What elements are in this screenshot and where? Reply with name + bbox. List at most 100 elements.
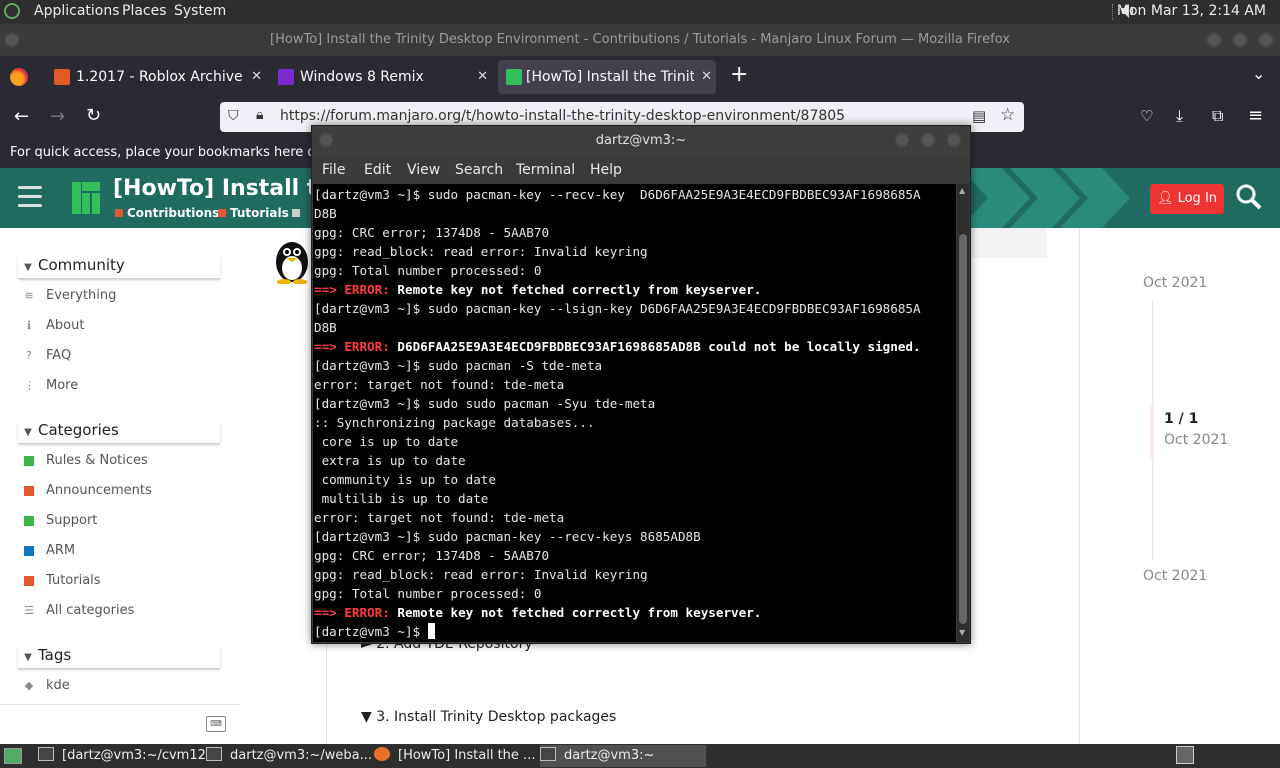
sidebar-item-rules[interactable]: Rules & Notices bbox=[24, 453, 148, 468]
bookmark-star-icon[interactable]: ☆ bbox=[1000, 105, 1015, 125]
terminal-titlebar[interactable]: dartz@vm3:~ bbox=[312, 126, 970, 156]
search-icon[interactable] bbox=[1236, 184, 1262, 210]
scroll-up-icon[interactable]: ▲ bbox=[959, 186, 965, 195]
terminal-window[interactable]: dartz@vm3:~ File Edit View Search Termin… bbox=[311, 125, 971, 644]
terminal-line: D8B bbox=[314, 206, 337, 221]
terminal-window-menu-icon[interactable] bbox=[318, 132, 334, 148]
sidebar-item-announcements[interactable]: Announcements bbox=[24, 483, 152, 498]
terminal-line: gpg: CRC error; 1374D8 - 5AAB70 bbox=[314, 548, 550, 563]
sidebar-item-everything[interactable]: ≋ Everything bbox=[24, 288, 116, 303]
close-tab-icon[interactable]: ✕ bbox=[701, 60, 712, 94]
pocket-icon[interactable]: ♡ bbox=[1140, 107, 1153, 125]
minimize-icon[interactable] bbox=[1206, 32, 1222, 48]
taskbar-item-cvm12[interactable]: [dartz@vm3:~/cvm12] bbox=[38, 745, 211, 767]
downloads-icon[interactable]: ⤓ bbox=[1176, 106, 1183, 126]
sidebar: ▼ Community ≋ Everything ℹ About ? FAQ ⋮ More… bbox=[0, 228, 240, 744]
sidebar-item-about[interactable]: ℹ About bbox=[24, 318, 85, 333]
clock[interactable]: Mon Mar 13, 2:14 AM bbox=[1117, 3, 1266, 19]
terminal-line: [dartz@vm3 ~]$ bbox=[314, 622, 921, 641]
terminal-scroll-thumb[interactable] bbox=[959, 234, 967, 624]
tab-title: [HowTo] Install the Trinity D bbox=[526, 69, 694, 85]
breadcrumb-tutorials[interactable]: Tutorials bbox=[218, 206, 289, 220]
login-button[interactable]: 👤︎ Log In bbox=[1150, 184, 1224, 214]
terminal-menu-terminal[interactable]: Terminal bbox=[516, 162, 575, 178]
close-window-icon[interactable] bbox=[1258, 32, 1274, 48]
sidebar-section-community[interactable]: ▼ Community bbox=[18, 256, 220, 279]
terminal-line: gpg: CRC error; 1374D8 - 5AAB70 bbox=[314, 225, 550, 240]
close-tab-icon[interactable]: ✕ bbox=[251, 60, 262, 94]
reload-icon[interactable]: ↻ bbox=[86, 105, 101, 126]
timeline-end-date[interactable]: Oct 2021 bbox=[1143, 568, 1207, 584]
timeline-start-date[interactable]: Oct 2021 bbox=[1143, 275, 1207, 291]
terminal-line: gpg: read_block: read error: Invalid key… bbox=[314, 244, 648, 259]
show-desktop-icon[interactable] bbox=[4, 748, 22, 764]
terminal-text: [dartz@vm3 ~]$ sudo pacman-key --recv-ke… bbox=[314, 185, 921, 641]
firefox-view-icon[interactable] bbox=[10, 68, 28, 86]
tab-title: 1.2017 - Roblox Archive > Cu bbox=[76, 69, 244, 85]
close-tab-icon[interactable]: ✕ bbox=[477, 60, 488, 94]
terminal-cursor bbox=[427, 623, 435, 639]
menu-places[interactable]: Places bbox=[122, 3, 167, 19]
details-install-trinity-packages[interactable]: ▼ 3. Install Trinity Desktop packages bbox=[361, 709, 616, 725]
question-icon: ? bbox=[26, 349, 32, 362]
terminal-menu-view[interactable]: View bbox=[407, 162, 440, 178]
terminal-maximize-icon[interactable] bbox=[920, 132, 936, 148]
app-menu-icon[interactable] bbox=[4, 3, 20, 19]
sidebar-item-faq[interactable]: ? FAQ bbox=[24, 348, 71, 363]
terminal-scrollbar[interactable]: ▲ ▼ bbox=[957, 184, 969, 642]
sidebar-item-tutorials[interactable]: Tutorials bbox=[24, 573, 101, 588]
terminal-line: gpg: read_block: read error: Invalid key… bbox=[314, 567, 648, 582]
tab-roblox-archive[interactable]: 1.2017 - Roblox Archive > Cu ✕ bbox=[50, 60, 266, 94]
timeline-handle[interactable] bbox=[1150, 404, 1154, 460]
keyboard-shortcuts-icon[interactable]: ⌨ bbox=[206, 716, 226, 732]
taskbar-item-terminal-active[interactable]: dartz@vm3:~ bbox=[540, 745, 706, 767]
taskbar: [dartz@vm3:~/cvm12] dartz@vm3:~/weba... … bbox=[0, 744, 1280, 768]
app-menu-hamburger-icon[interactable]: ≡ bbox=[1248, 105, 1263, 126]
forward-icon[interactable]: → bbox=[50, 106, 65, 127]
terminal-close-icon[interactable] bbox=[946, 132, 962, 148]
shield-icon[interactable]: ⛉ bbox=[228, 108, 239, 124]
terminal-menu-file[interactable]: File bbox=[322, 162, 345, 178]
maximize-icon[interactable] bbox=[1232, 32, 1248, 48]
sidebar-item-support[interactable]: Support bbox=[24, 513, 97, 528]
terminal-line: ==> ERROR: Remote key not fetched correc… bbox=[314, 605, 762, 620]
back-icon[interactable]: ← bbox=[14, 106, 29, 127]
tab-windows-8-remix[interactable]: Windows 8 Remix ✕ bbox=[274, 60, 492, 94]
menu-applications[interactable]: Applications bbox=[34, 3, 120, 19]
terminal-menu-edit[interactable]: Edit bbox=[364, 162, 391, 178]
sidebar-item-arm[interactable]: ARM bbox=[24, 543, 75, 558]
workspace-switcher[interactable] bbox=[1176, 746, 1194, 764]
terminal-output[interactable]: [dartz@vm3 ~]$ sudo pacman-key --recv-ke… bbox=[313, 184, 956, 642]
terminal-menu-search[interactable]: Search bbox=[455, 162, 503, 178]
taskbar-item-firefox[interactable]: [HowTo] Install the ... bbox=[374, 745, 538, 767]
list-all-tabs-icon[interactable]: ⌄ bbox=[1252, 64, 1265, 83]
manjaro-logo[interactable] bbox=[72, 182, 100, 214]
terminal-line: community is up to date bbox=[314, 472, 496, 487]
bookmarks-hint: For quick access, place your bookmarks h… bbox=[10, 145, 350, 160]
sidebar-divider bbox=[0, 704, 240, 705]
sidebar-item-more[interactable]: ⋮ More bbox=[24, 378, 78, 393]
sidebar-section-categories[interactable]: ▼ Categories bbox=[18, 421, 220, 444]
reader-view-icon[interactable]: ▤ bbox=[972, 107, 986, 125]
sidebar-tag-kde[interactable]: ◆ kde bbox=[24, 678, 70, 693]
sidebar-section-tags[interactable]: ▼ Tags bbox=[18, 646, 220, 669]
scroll-down-icon[interactable]: ▼ bbox=[959, 628, 965, 637]
terminal-minimize-icon[interactable] bbox=[894, 132, 910, 148]
terminal-line: multilib is up to date bbox=[314, 491, 489, 506]
extensions-icon[interactable]: ⧉ bbox=[1212, 106, 1223, 126]
tag-icon: ◆ bbox=[24, 679, 34, 692]
new-tab-button[interactable]: + bbox=[730, 62, 748, 87]
menu-system[interactable]: System bbox=[174, 3, 226, 19]
window-menu-icon[interactable] bbox=[4, 32, 20, 48]
topic-timeline: Oct 2021 1 / 1 Oct 2021 Oct 2021 bbox=[1100, 228, 1280, 744]
lock-icon[interactable]: 🔒︎ bbox=[256, 107, 263, 123]
window-title: [HowTo] Install the Trinity Desktop Envi… bbox=[270, 32, 1010, 47]
sidebar-item-all-categories[interactable]: ☰ All categories bbox=[24, 603, 134, 618]
user-avatar[interactable] bbox=[272, 238, 312, 285]
breadcrumb-contributions[interactable]: Contributions bbox=[115, 206, 219, 220]
url-text[interactable]: https://forum.manjaro.org/t/howto-instal… bbox=[280, 108, 845, 124]
hamburger-menu-icon[interactable] bbox=[18, 186, 42, 210]
terminal-menu-help[interactable]: Help bbox=[590, 162, 622, 178]
taskbar-item-weba[interactable]: dartz@vm3:~/weba... bbox=[206, 745, 372, 767]
tab-howto-trinity[interactable]: [HowTo] Install the Trinity D ✕ bbox=[498, 60, 716, 94]
